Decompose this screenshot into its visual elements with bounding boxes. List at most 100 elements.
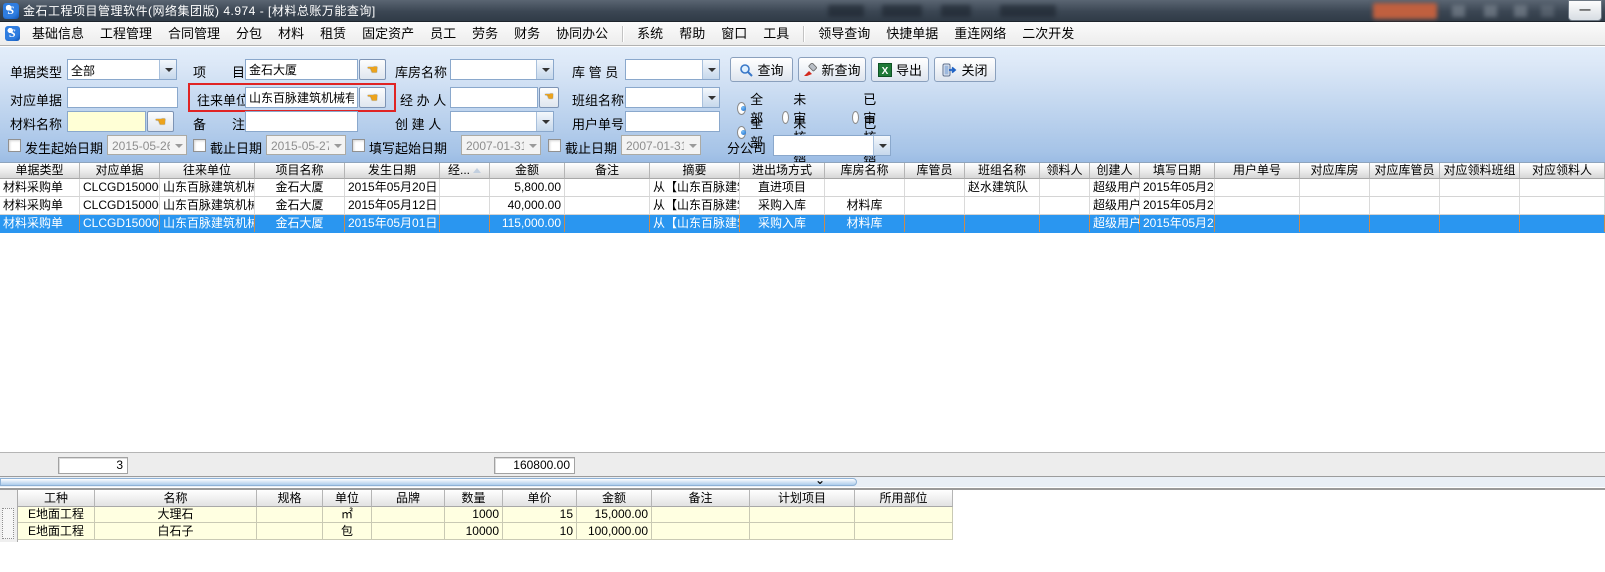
project-input[interactable] [245, 59, 358, 80]
chevron-down-icon[interactable] [536, 112, 553, 131]
cell[interactable]: 金石大厦 [255, 179, 345, 196]
column-header-金额[interactable]: 金额 [577, 490, 652, 507]
cell[interactable]: 赵水建筑队 [965, 179, 1040, 196]
chevron-down-icon[interactable] [702, 88, 719, 107]
creator-select[interactable] [450, 111, 554, 132]
cell[interactable]: 山东百脉建筑机械 [160, 179, 255, 196]
cell[interactable]: 从【山东百脉建筑 [650, 215, 740, 232]
user-no-input[interactable] [625, 111, 720, 132]
cell[interactable] [750, 523, 855, 539]
cell[interactable]: 5,800.00 [490, 179, 565, 196]
column-header-对应领料人[interactable]: 对应领料人 [1520, 163, 1605, 179]
cell[interactable] [750, 506, 855, 522]
cell[interactable] [825, 179, 905, 196]
column-header-用户单号[interactable]: 用户单号 [1215, 163, 1300, 179]
collapse-chevron-icon[interactable]: ⌄ [815, 473, 825, 487]
cell[interactable] [1370, 215, 1440, 232]
cell[interactable] [1520, 215, 1605, 232]
cell[interactable]: E地面工程 [18, 506, 95, 522]
cell[interactable] [1040, 179, 1090, 196]
cell[interactable] [905, 179, 965, 196]
cell[interactable]: 超级用户 [1090, 179, 1140, 196]
column-header-库房名称[interactable]: 库房名称 [825, 163, 905, 179]
cell[interactable]: 山东百脉建筑机械 [160, 215, 255, 232]
cell[interactable]: CLCGD150000001 [80, 179, 160, 196]
remark-input[interactable] [245, 111, 358, 132]
menu-item-员工[interactable]: 员工 [422, 24, 464, 44]
cell[interactable] [1440, 197, 1520, 214]
cell[interactable] [440, 215, 490, 232]
cell[interactable]: 从【山东百脉建筑 [650, 197, 740, 214]
date-checkbox[interactable] [548, 139, 561, 152]
cell[interactable]: 大理石 [95, 506, 257, 522]
column-header-填写日期[interactable]: 填写日期 [1140, 163, 1215, 179]
cell[interactable] [1440, 215, 1520, 232]
menu-item-固定资产[interactable]: 固定资产 [354, 24, 422, 44]
column-header-创建人[interactable]: 创建人 [1090, 163, 1140, 179]
table-row[interactable]: E地面工程大理石㎡10001515,000.00 [18, 506, 953, 523]
column-header-摘要[interactable]: 摘要 [650, 163, 740, 179]
cell[interactable] [565, 197, 650, 214]
column-header-备注[interactable]: 备注 [652, 490, 750, 507]
cell[interactable]: 2015年05月27日 [1140, 215, 1215, 232]
new-query-button[interactable]: 新查询 [798, 57, 866, 82]
column-header-库管员[interactable]: 库管员 [905, 163, 965, 179]
date-select[interactable]: 2015-05-27 [266, 135, 346, 155]
table-row[interactable]: 材料采购单CLCGD150000004山东百脉建筑机械金石大厦2015年05月1… [0, 197, 1605, 215]
cell[interactable] [1520, 197, 1605, 214]
cell[interactable]: 15 [503, 506, 577, 522]
export-button[interactable]: X 导出 [871, 57, 929, 82]
date-checkbox[interactable] [352, 139, 365, 152]
menu-item-合同管理[interactable]: 合同管理 [160, 24, 228, 44]
child-window-icon[interactable]: S [5, 26, 20, 41]
chevron-down-icon[interactable] [536, 60, 553, 79]
cell[interactable] [1215, 215, 1300, 232]
cell[interactable]: 直进项目 [740, 179, 825, 196]
column-header-经...[interactable]: 经... [440, 163, 490, 179]
column-header-单据类型[interactable]: 单据类型 [0, 163, 80, 179]
handler-picker-hand-icon[interactable]: ☚ [539, 87, 559, 108]
chevron-down-icon[interactable] [329, 136, 345, 154]
menu-item-领导查询[interactable]: 领导查询 [810, 24, 878, 44]
cell[interactable]: 材料采购单 [0, 215, 80, 232]
cell[interactable] [1040, 197, 1090, 214]
cell[interactable] [257, 506, 323, 522]
cell[interactable]: 10000 [445, 523, 503, 539]
row-selector-column[interactable] [0, 490, 18, 542]
menu-item-工具[interactable]: 工具 [755, 24, 797, 44]
cell[interactable] [372, 523, 445, 539]
partner-picker-hand-icon[interactable]: ☚ [359, 87, 386, 108]
cell[interactable]: 从【山东百脉建筑 [650, 179, 740, 196]
cell[interactable] [257, 523, 323, 539]
menu-item-重连网络[interactable]: 重连网络 [946, 24, 1014, 44]
cell[interactable]: 采购入库 [740, 215, 825, 232]
cell[interactable] [905, 215, 965, 232]
cell[interactable]: 2015年05月01日 [345, 215, 440, 232]
date-select[interactable]: 2007-01-31 [621, 135, 701, 155]
menu-item-窗口[interactable]: 窗口 [713, 24, 755, 44]
column-header-班组名称[interactable]: 班组名称 [965, 163, 1040, 179]
column-header-金额[interactable]: 金额 [490, 163, 565, 179]
chevron-down-icon[interactable] [524, 136, 540, 154]
cell[interactable] [1440, 179, 1520, 196]
date-checkbox[interactable] [8, 139, 21, 152]
handler-input[interactable] [450, 87, 538, 108]
chevron-down-icon[interactable] [159, 60, 176, 79]
cell[interactable]: 白石子 [95, 523, 257, 539]
ref-bill-input[interactable] [67, 87, 178, 108]
team-select[interactable] [625, 87, 720, 108]
query-button[interactable]: 查询 [730, 57, 793, 82]
menu-item-劳务[interactable]: 劳务 [464, 24, 506, 44]
menu-item-基础信息[interactable]: 基础信息 [24, 24, 92, 44]
menu-item-工程管理[interactable]: 工程管理 [92, 24, 160, 44]
close-button[interactable]: 关闭 [934, 57, 996, 82]
cell[interactable]: CLCGD150000004 [80, 197, 160, 214]
cell[interactable]: 金石大厦 [255, 197, 345, 214]
cell[interactable]: 10 [503, 523, 577, 539]
cell[interactable]: 1000 [445, 506, 503, 522]
cell[interactable] [1300, 215, 1370, 232]
chevron-down-icon[interactable] [873, 136, 890, 155]
cell[interactable] [652, 506, 750, 522]
cell[interactable]: 40,000.00 [490, 197, 565, 214]
column-header-备注[interactable]: 备注 [565, 163, 650, 179]
